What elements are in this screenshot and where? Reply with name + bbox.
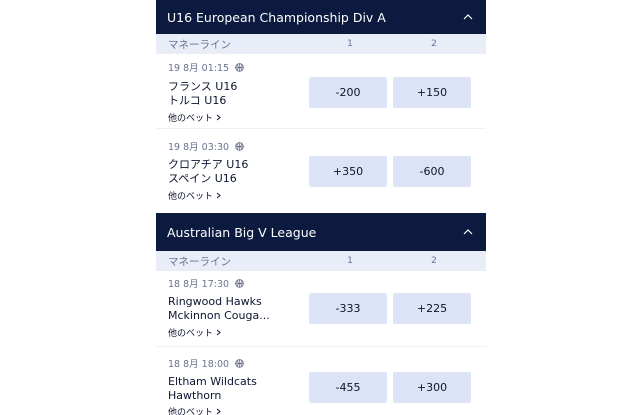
teams: フランス U16 トルコ U16 — [168, 80, 237, 107]
league-section-1: U16 European Championship Div A マネーライン 1… — [156, 0, 486, 210]
more-bets-label: 他のベット — [168, 329, 214, 339]
odds-button-1[interactable]: -333 — [309, 293, 387, 324]
league-section-2: Australian Big V League マネーライン 1 2 18 8月… — [156, 213, 486, 415]
more-bets-link[interactable]: 他のベット — [168, 111, 221, 124]
away-team: スペイン U16 — [168, 171, 237, 185]
home-team: フランス U16 — [168, 80, 238, 93]
event-row: 18 8月 17:30 Ringwood Hawks Mckinnon Coug… — [156, 271, 486, 347]
away-team: トルコ U16 — [168, 93, 227, 107]
teams: Eltham Wildcats Hawthorn — [168, 375, 257, 402]
chevron-up-icon[interactable] — [461, 225, 475, 239]
odds-button-1[interactable]: -200 — [309, 77, 387, 108]
chevron-right-icon — [216, 329, 221, 336]
teams: Ringwood Hawks Mckinnon Couga... — [168, 295, 270, 322]
more-bets-label: 他のベット — [168, 408, 214, 415]
home-team: Eltham Wildcats — [168, 375, 257, 388]
teams: クロアチア U16 スペイン U16 — [168, 158, 248, 185]
more-bets-link[interactable]: 他のベット — [168, 405, 221, 415]
event-time: 18 8月 17:30 — [168, 276, 244, 290]
odds-button-2[interactable]: +225 — [393, 293, 471, 324]
chevron-right-icon — [216, 408, 221, 415]
basketball-icon — [235, 141, 244, 151]
league-title: U16 European Championship Div A — [167, 9, 386, 25]
event-time-text: 19 8月 03:30 — [168, 142, 230, 153]
away-team: Hawthorn — [168, 388, 222, 402]
market-header: マネーライン 1 2 — [156, 34, 486, 54]
odds-button-2[interactable]: +300 — [393, 372, 471, 403]
event-time: 19 8月 01:15 — [168, 60, 244, 74]
event-time-text: 18 8月 18:00 — [168, 359, 230, 370]
more-bets-label: 他のベット — [168, 192, 214, 202]
market-label: マネーライン — [168, 255, 231, 268]
home-team: クロアチア U16 — [168, 158, 249, 171]
market-header: マネーライン 1 2 — [156, 251, 486, 271]
event-row: 19 8月 03:30 クロアチア U16 スペイン U16 他のベット +35… — [156, 129, 486, 210]
basketball-icon — [235, 62, 244, 72]
column-1-label: 1 — [347, 256, 353, 266]
basketball-icon — [235, 358, 244, 368]
league-header[interactable]: U16 European Championship Div A — [156, 0, 486, 34]
odds-button-2[interactable]: +150 — [393, 77, 471, 108]
chevron-right-icon — [216, 114, 221, 121]
event-time-text: 19 8月 01:15 — [168, 63, 230, 74]
more-bets-label: 他のベット — [168, 114, 214, 124]
more-bets-link[interactable]: 他のベット — [168, 326, 221, 339]
column-2-label: 2 — [431, 256, 437, 266]
event-time: 19 8月 03:30 — [168, 139, 244, 153]
away-team: Mckinnon Couga... — [168, 308, 270, 322]
league-title: Australian Big V League — [167, 224, 317, 240]
odds-button-1[interactable]: +350 — [309, 156, 387, 187]
event-time: 18 8月 18:00 — [168, 356, 244, 370]
event-time-text: 18 8月 17:30 — [168, 279, 230, 290]
home-team: Ringwood Hawks — [168, 295, 262, 308]
column-2-label: 2 — [431, 39, 437, 49]
odds-button-2[interactable]: -600 — [393, 156, 471, 187]
market-label: マネーライン — [168, 38, 231, 51]
column-1-label: 1 — [347, 39, 353, 49]
more-bets-link[interactable]: 他のベット — [168, 189, 221, 202]
event-row: 19 8月 01:15 フランス U16 トルコ U16 他のベット -200 … — [156, 54, 486, 129]
event-row: 18 8月 18:00 Eltham Wildcats Hawthorn 他のベ… — [156, 347, 486, 415]
chevron-right-icon — [216, 192, 221, 199]
basketball-icon — [235, 278, 244, 288]
odds-button-1[interactable]: -455 — [309, 372, 387, 403]
chevron-up-icon[interactable] — [461, 10, 475, 24]
league-header[interactable]: Australian Big V League — [156, 213, 486, 251]
